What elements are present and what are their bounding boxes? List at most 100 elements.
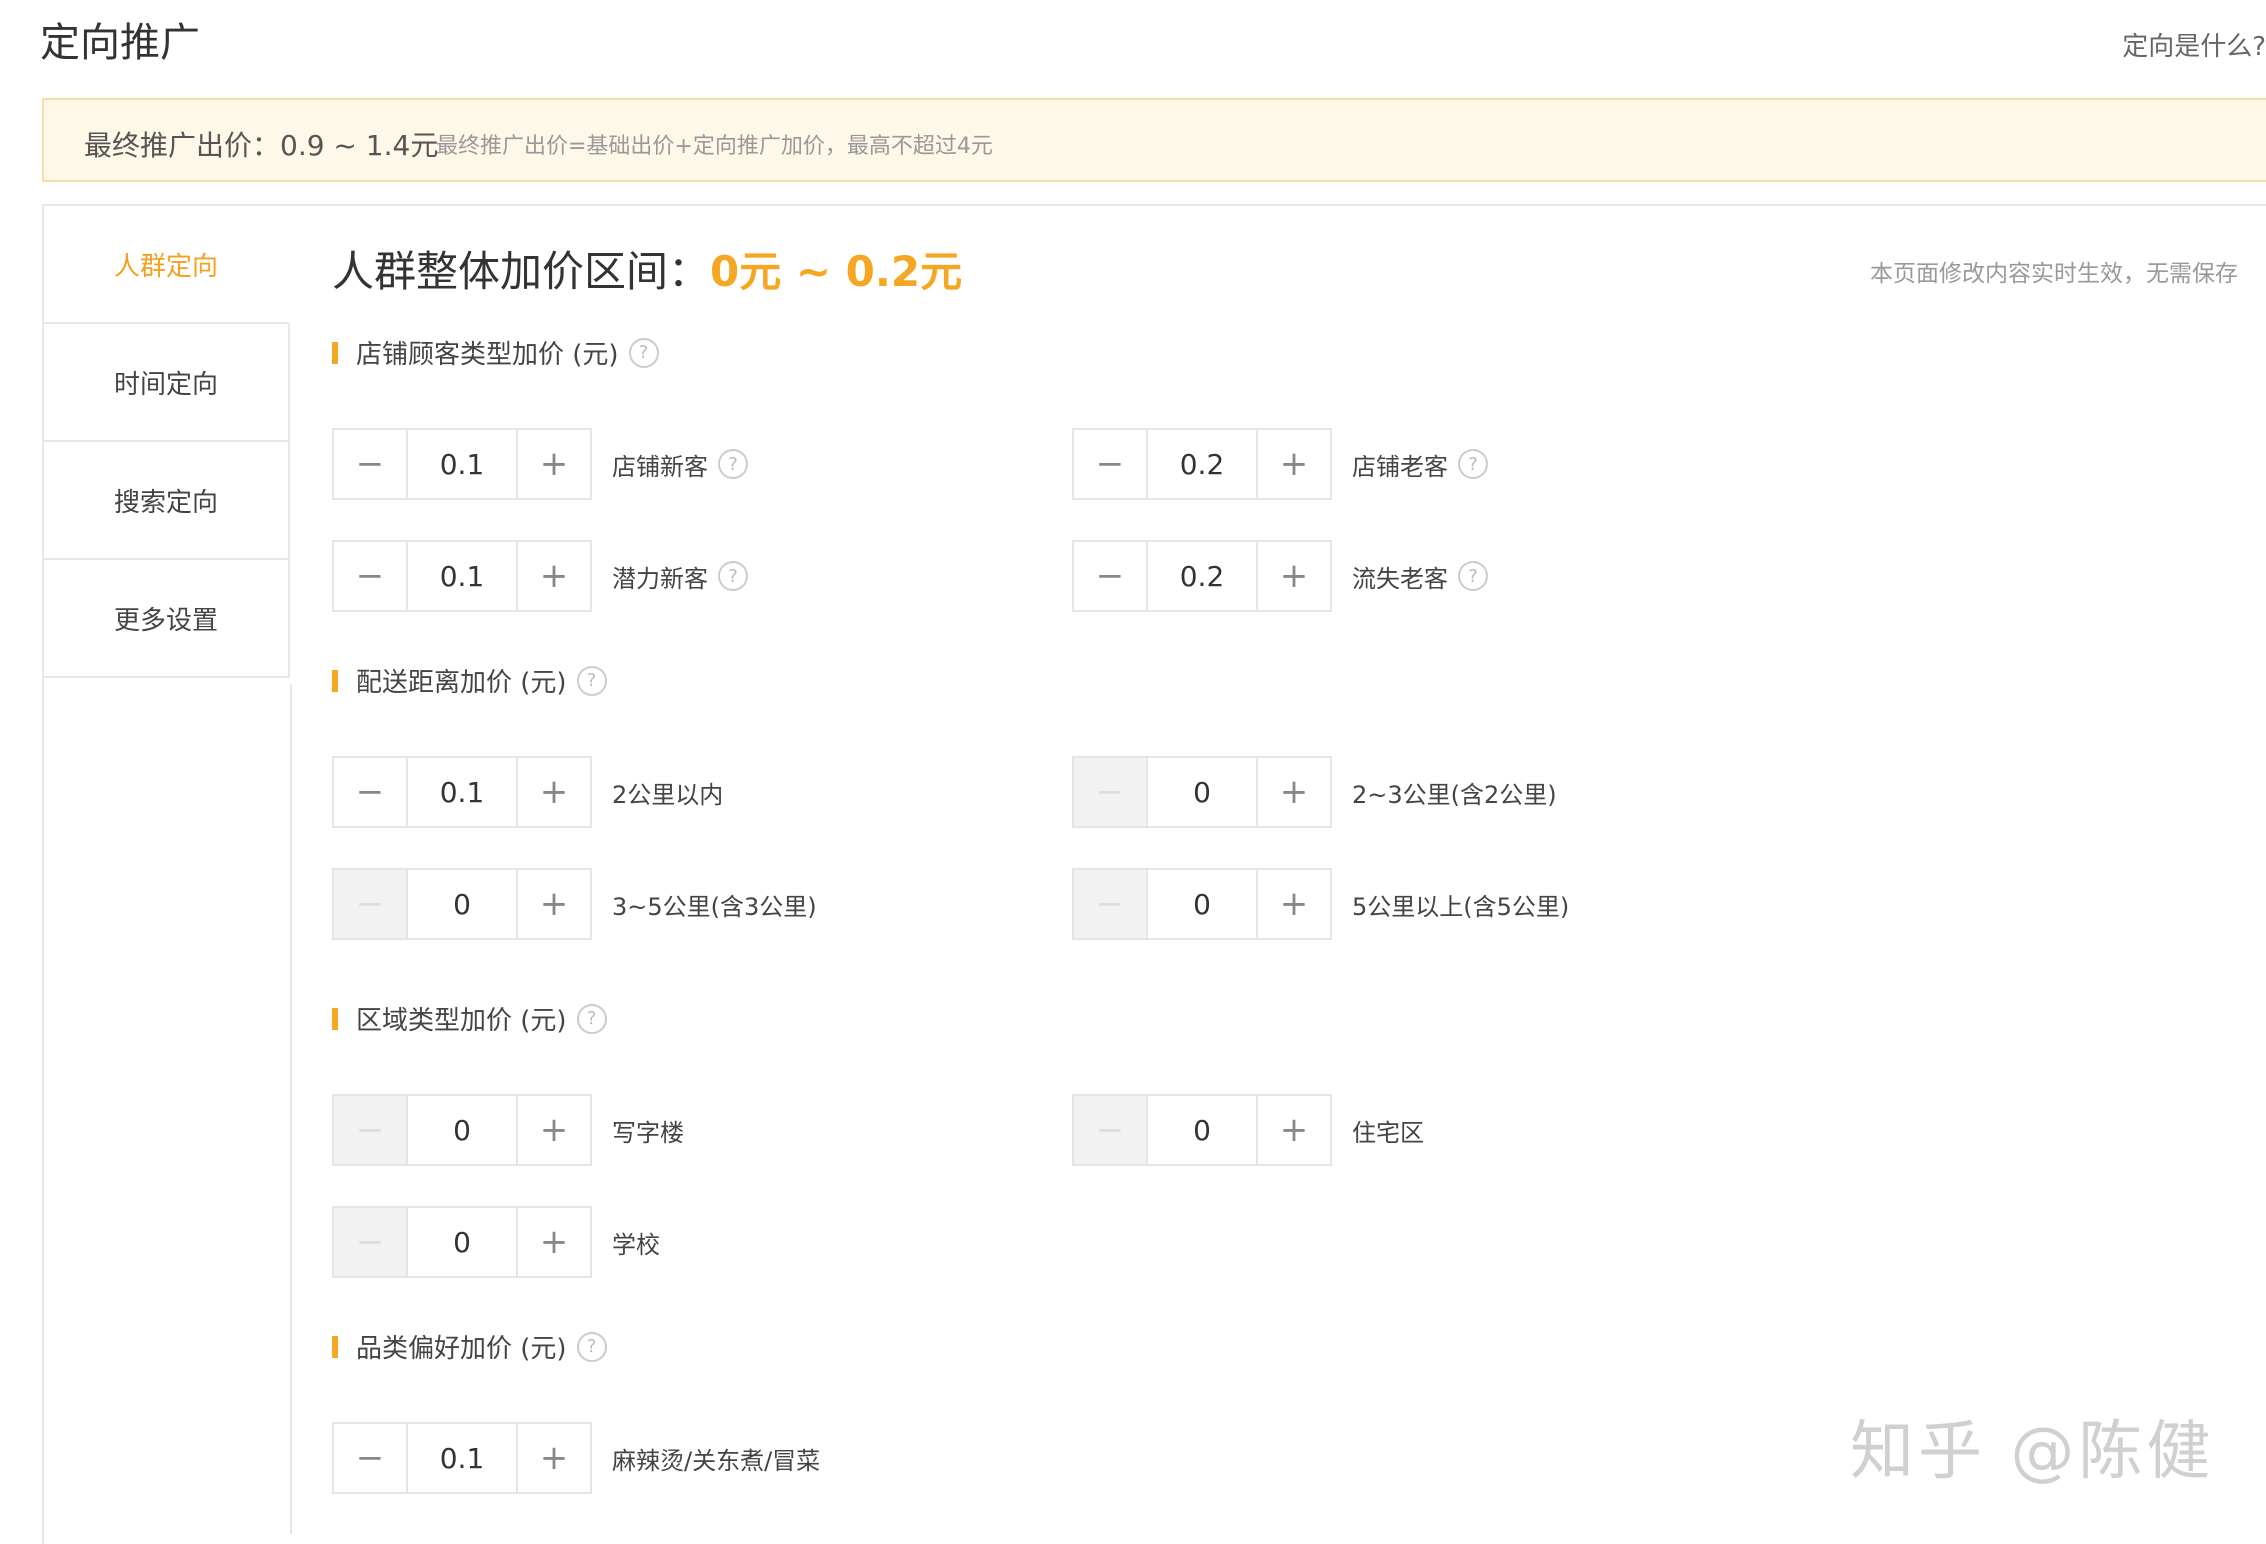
- stepper-label: 店铺老客?: [1352, 428, 1488, 500]
- increment-button[interactable]: +: [1258, 870, 1330, 938]
- sidebar-item-search-targeting[interactable]: 搜索定向: [44, 442, 290, 560]
- quantity-stepper[interactable]: −0.2 +: [1072, 540, 1332, 612]
- decrement-button[interactable]: −: [1074, 430, 1146, 498]
- sidebar-item-time-targeting[interactable]: 时间定向: [44, 324, 290, 442]
- help-icon[interactable]: ?: [576, 665, 607, 696]
- section-title-text: 配送距离加价 (元): [356, 668, 567, 698]
- stepper-label-text: 潜力新客: [612, 564, 708, 593]
- increment-button[interactable]: +: [518, 430, 590, 498]
- decrement-button[interactable]: −: [334, 1424, 406, 1492]
- section-title-text: 店铺顾客类型加价 (元): [356, 340, 619, 370]
- quantity-stepper[interactable]: −0.1 +: [332, 428, 592, 500]
- heading-prefix: 人群整体加价区间：: [332, 247, 711, 296]
- help-icon[interactable]: ?: [576, 1003, 607, 1034]
- increment-button[interactable]: +: [1258, 758, 1330, 826]
- stepper-label-text: 麻辣烫/关东煮/冒菜: [612, 1446, 821, 1475]
- quantity-stepper[interactable]: −0.1 +: [332, 756, 592, 828]
- stepper-label: 住宅区: [1352, 1094, 1424, 1166]
- stepper-value[interactable]: 0: [1146, 758, 1258, 826]
- increment-button[interactable]: +: [518, 1424, 590, 1492]
- stepper-value[interactable]: 0: [1146, 1096, 1258, 1164]
- sidebar-divider: [290, 684, 292, 1534]
- increment-button[interactable]: +: [1258, 430, 1330, 498]
- section-accent-bar: [332, 669, 338, 692]
- help-link[interactable]: 定向是什么?: [2122, 26, 2266, 63]
- decrement-button[interactable]: −: [334, 758, 406, 826]
- section-title-text: 区域类型加价 (元): [356, 1006, 567, 1036]
- stepper-label: 2~3公里(含2公里): [1352, 756, 1557, 828]
- section-title-text: 品类偏好加价 (元): [356, 1334, 567, 1364]
- markup-range: 0元 ~ 0.2元: [710, 247, 963, 296]
- section-accent-bar: [332, 341, 338, 364]
- increment-button[interactable]: +: [518, 870, 590, 938]
- quantity-stepper[interactable]: −0 +: [1072, 756, 1332, 828]
- help-icon[interactable]: ?: [1458, 561, 1488, 591]
- increment-button[interactable]: +: [518, 1208, 590, 1276]
- increment-button[interactable]: +: [1258, 1096, 1330, 1164]
- stepper-value[interactable]: 0.1: [406, 430, 518, 498]
- decrement-button[interactable]: −: [334, 870, 406, 938]
- quantity-stepper[interactable]: −0 +: [332, 868, 592, 940]
- decrement-button[interactable]: −: [334, 1208, 406, 1276]
- stepper-value[interactable]: 0.2: [1146, 542, 1258, 610]
- section-title-category-preference: 品类偏好加价 (元)?: [332, 1328, 607, 1365]
- section-accent-bar: [332, 1335, 338, 1358]
- decrement-button[interactable]: −: [1074, 870, 1146, 938]
- section-title-customer-type: 店铺顾客类型加价 (元)?: [332, 334, 659, 371]
- help-icon[interactable]: ?: [1458, 449, 1488, 479]
- increment-button[interactable]: +: [518, 1096, 590, 1164]
- stepper-value[interactable]: 0: [406, 1208, 518, 1276]
- increment-button[interactable]: +: [518, 758, 590, 826]
- stepper-value[interactable]: 0: [406, 870, 518, 938]
- decrement-button[interactable]: −: [334, 542, 406, 610]
- stepper-label-text: 流失老客: [1352, 564, 1448, 593]
- stepper-label-text: 3~5公里(含3公里): [612, 892, 817, 921]
- stepper-label: 麻辣烫/关东煮/冒菜: [612, 1422, 820, 1494]
- stepper-label: 潜力新客?: [612, 540, 748, 612]
- help-icon[interactable]: ?: [718, 449, 748, 479]
- stepper-value[interactable]: 0: [406, 1096, 518, 1164]
- sidebar-item-more-settings[interactable]: 更多设置: [44, 560, 290, 678]
- page-title: 定向推广: [40, 20, 200, 66]
- increment-button[interactable]: +: [1258, 542, 1330, 610]
- section-title-delivery-distance: 配送距离加价 (元)?: [332, 662, 607, 699]
- decrement-button[interactable]: −: [1074, 542, 1146, 610]
- decrement-button[interactable]: −: [1074, 758, 1146, 826]
- decrement-button[interactable]: −: [1074, 1096, 1146, 1164]
- stepper-label: 5公里以上(含5公里): [1352, 868, 1569, 940]
- stepper-label: 3~5公里(含3公里): [612, 868, 817, 940]
- stepper-value[interactable]: 0.1: [406, 758, 518, 826]
- decrement-button[interactable]: −: [334, 1096, 406, 1164]
- stepper-value[interactable]: 0.2: [1146, 430, 1258, 498]
- stepper-label-text: 店铺老客: [1352, 452, 1448, 481]
- stepper-label: 写字楼: [612, 1094, 684, 1166]
- watermark: 知乎 @陈健: [1850, 1415, 2215, 1489]
- stepper-label: 店铺新客?: [612, 428, 748, 500]
- stepper-value[interactable]: 0: [1146, 870, 1258, 938]
- help-icon[interactable]: ?: [628, 337, 659, 368]
- quantity-stepper[interactable]: −0.1 +: [332, 540, 592, 612]
- stepper-value[interactable]: 0.1: [406, 542, 518, 610]
- decrement-button[interactable]: −: [334, 430, 406, 498]
- final-bid-range: 最终推广出价：0.9 ~ 1.4元: [84, 129, 439, 162]
- increment-button[interactable]: +: [518, 542, 590, 610]
- stepper-label-text: 写字楼: [612, 1118, 684, 1147]
- quantity-stepper[interactable]: −0 +: [1072, 1094, 1332, 1166]
- stepper-label: 学校: [612, 1206, 660, 1278]
- sidebar-item-crowd-targeting[interactable]: 人群定向: [44, 206, 290, 324]
- crowd-markup-heading: 人群整体加价区间：0元 ~ 0.2元: [332, 238, 962, 299]
- section-title-area-type: 区域类型加价 (元)?: [332, 1000, 607, 1037]
- stepper-label: 2公里以内: [612, 756, 723, 828]
- help-icon[interactable]: ?: [576, 1331, 607, 1362]
- stepper-value[interactable]: 0.1: [406, 1424, 518, 1492]
- quantity-stepper[interactable]: −0.2 +: [1072, 428, 1332, 500]
- stepper-label-text: 学校: [612, 1230, 660, 1259]
- quantity-stepper[interactable]: −0 +: [332, 1206, 592, 1278]
- quantity-stepper[interactable]: −0.1 +: [332, 1422, 592, 1494]
- bid-formula-note: 最终推广出价=基础出价+定向推广加价，最高不超过4元: [436, 134, 993, 159]
- autosave-note: 本页面修改内容实时生效，无需保存: [1870, 261, 2238, 287]
- quantity-stepper[interactable]: −0 +: [1072, 868, 1332, 940]
- quantity-stepper[interactable]: −0 +: [332, 1094, 592, 1166]
- price-notice: 最终推广出价：0.9 ~ 1.4元 最终推广出价=基础出价+定向推广加价，最高不…: [42, 98, 2266, 182]
- help-icon[interactable]: ?: [718, 561, 748, 591]
